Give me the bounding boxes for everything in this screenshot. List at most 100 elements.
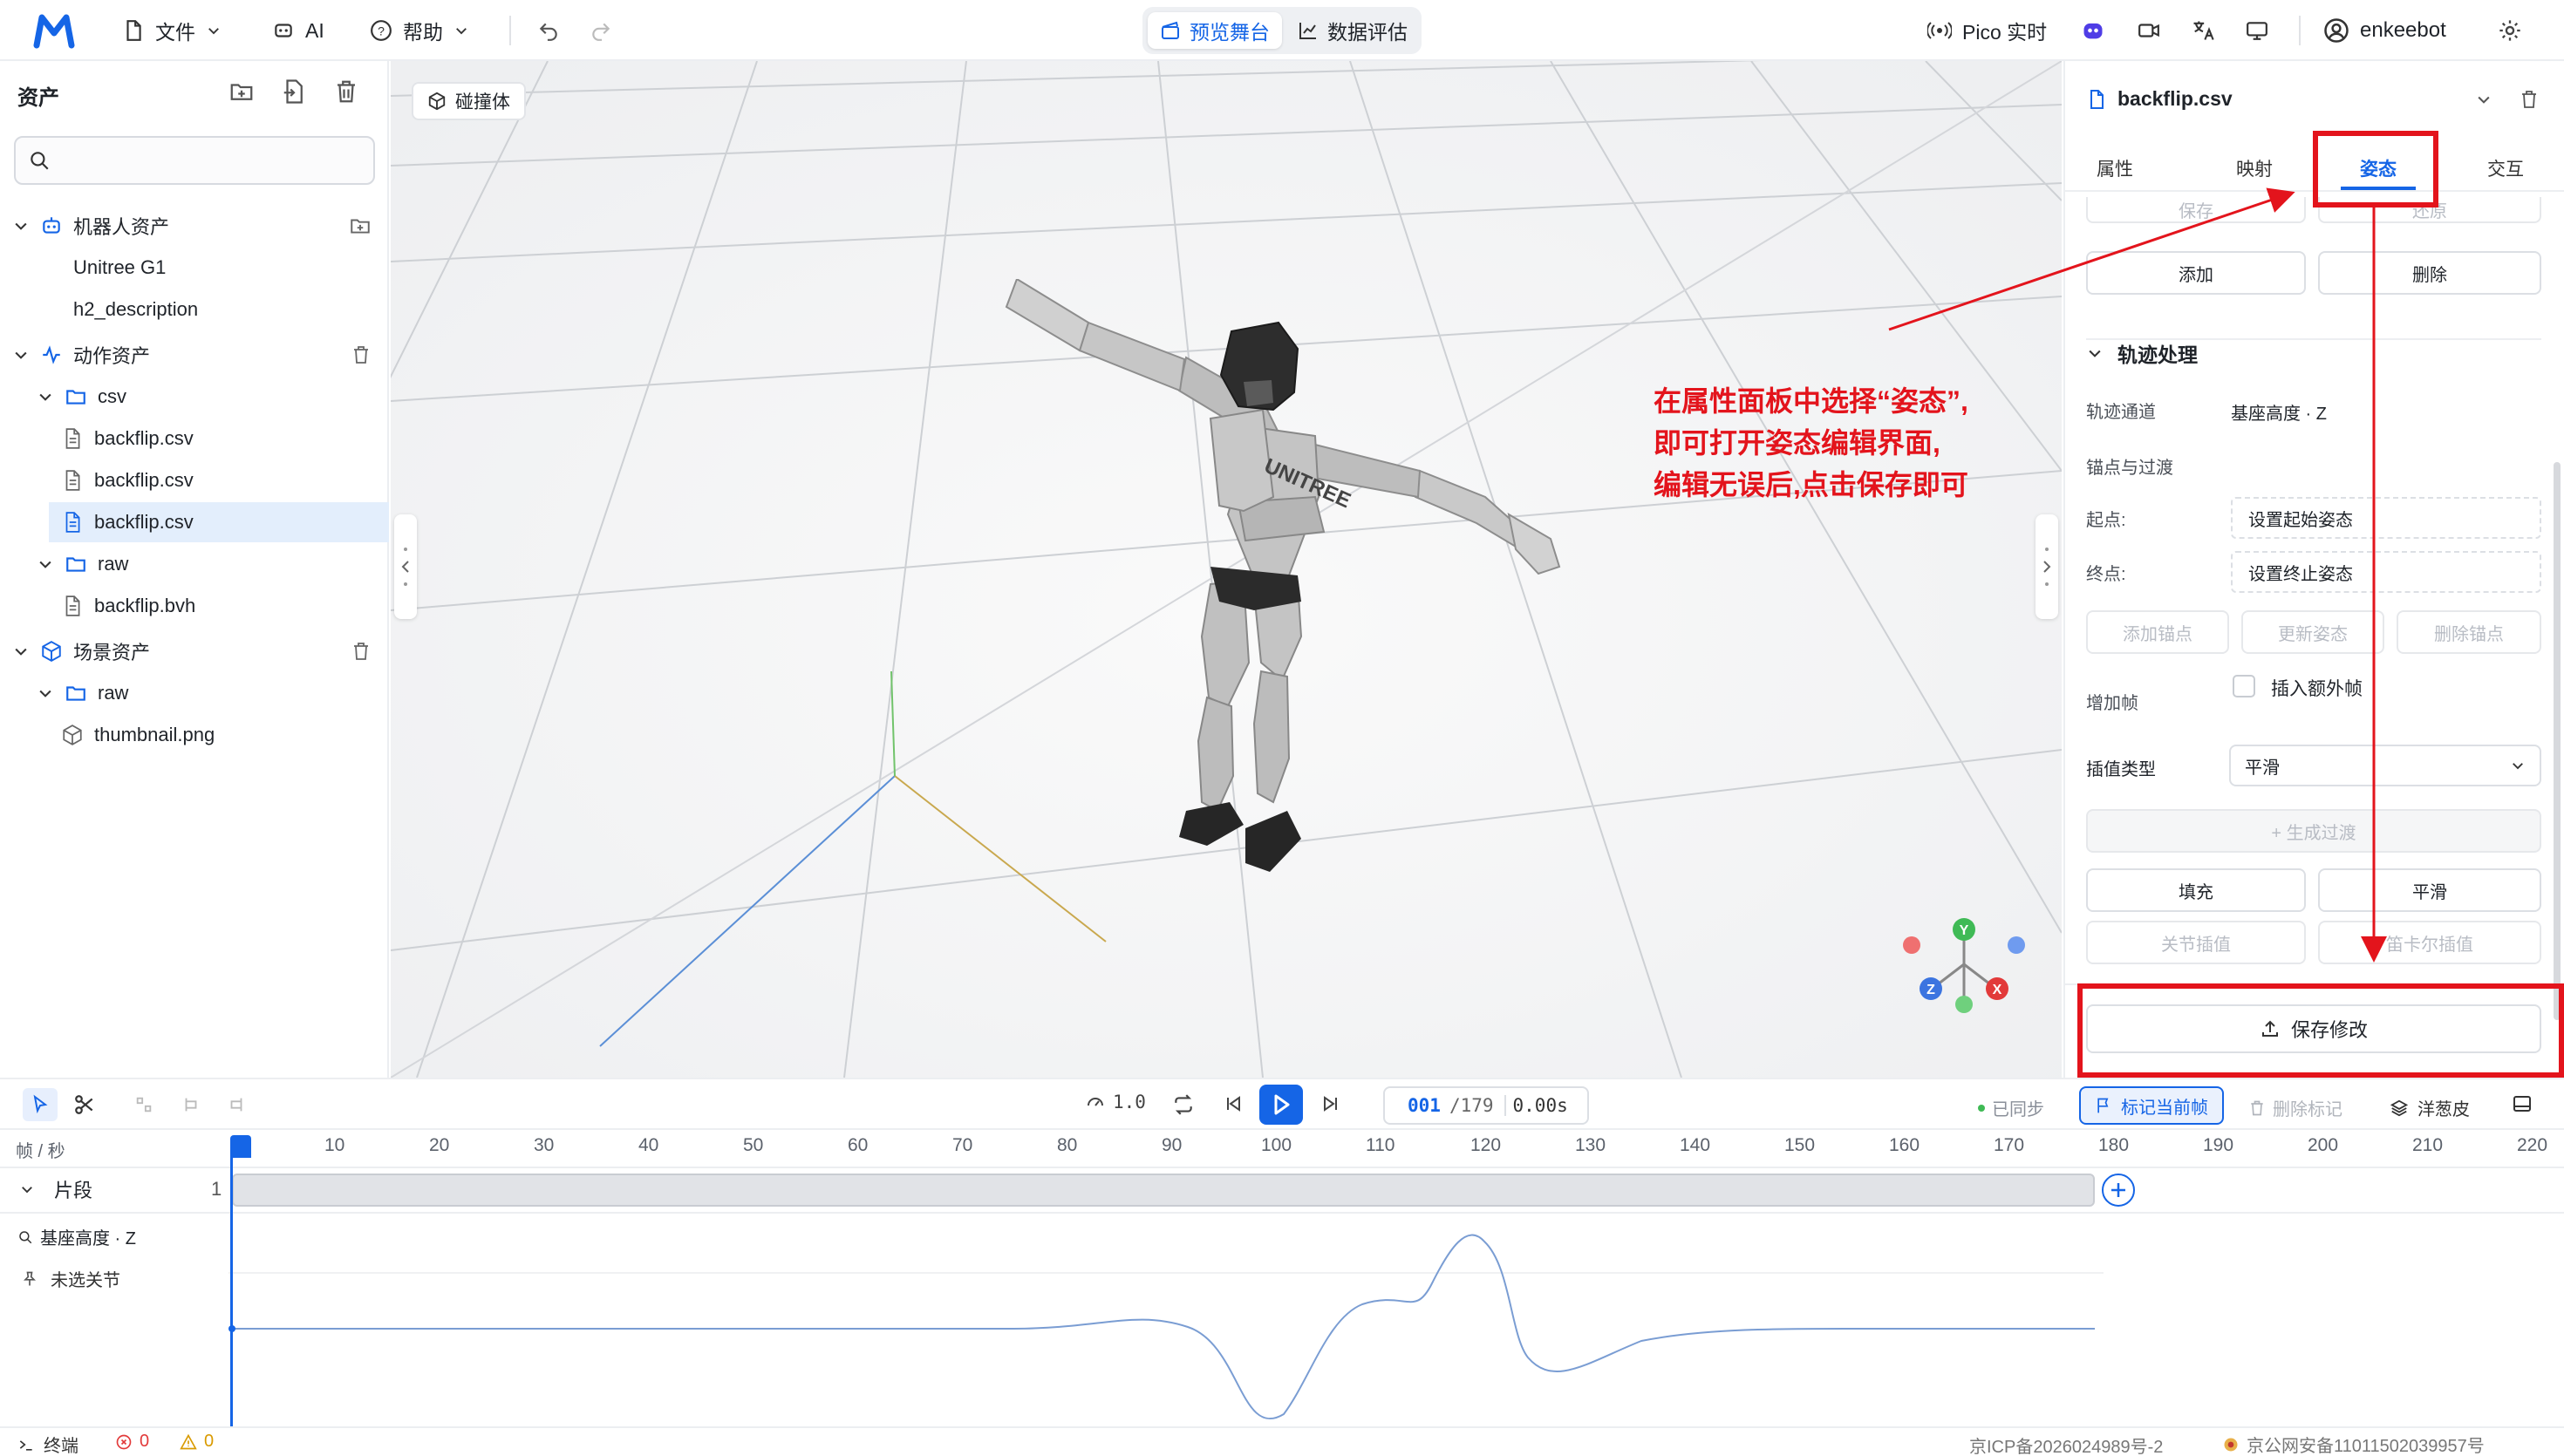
new-folder-button[interactable]: [228, 78, 255, 105]
skip-forward-icon[interactable]: [1320, 1093, 1341, 1114]
help-menu[interactable]: ? 帮助: [370, 12, 469, 49]
chevron-down-icon[interactable]: [2475, 91, 2492, 108]
cartesian-interp-button[interactable]: 笛卡尔插值: [2318, 921, 2541, 964]
tree-item-unitree-g1[interactable]: Unitree G1: [0, 248, 389, 288]
trash-icon[interactable]: [351, 344, 372, 365]
insert-extra-frame-checkbox[interactable]: [2233, 675, 2255, 697]
tree-folder-raw[interactable]: raw: [0, 544, 389, 584]
tab-mapping[interactable]: 映射: [2236, 155, 2273, 181]
trim-end-icon[interactable]: [227, 1095, 246, 1114]
interp-type-select[interactable]: 平滑: [2229, 745, 2541, 786]
tree-group-motions[interactable]: 动作资产: [0, 335, 389, 375]
smooth-button[interactable]: 平滑: [2318, 868, 2541, 912]
terminal-button[interactable]: 终端: [17, 1432, 78, 1456]
tree-file-bvh[interactable]: backflip.bvh: [0, 586, 389, 626]
joint-selector-row[interactable]: 未选关节: [21, 1266, 120, 1291]
language-button[interactable]: [2191, 12, 2215, 49]
undo-button[interactable]: [537, 12, 560, 49]
loop-icon[interactable]: [1172, 1093, 1195, 1116]
file-icon: [2090, 89, 2104, 109]
frame-counter[interactable]: 001 /179 0.00s: [1383, 1086, 1589, 1125]
playhead-line[interactable]: [230, 1158, 233, 1433]
segment-track-header[interactable]: 片段 1: [0, 1167, 228, 1212]
trim-start-icon[interactable]: [181, 1095, 201, 1114]
segment-clip[interactable]: [232, 1174, 2095, 1207]
add-pose-button[interactable]: 添加: [2086, 251, 2306, 295]
robot-model[interactable]: UNITREE: [992, 279, 2056, 907]
select-tool-button[interactable]: [23, 1088, 58, 1121]
panel-scrollbar[interactable]: [2554, 462, 2561, 1020]
playback-speed[interactable]: 1.0: [1085, 1092, 1146, 1112]
police-record-link[interactable]: 京公网安备11011502039957号: [2222, 1432, 2485, 1456]
tree-file-csv-selected[interactable]: backflip.csv: [49, 502, 389, 542]
play-icon: [1274, 1094, 1290, 1115]
tree-folder-csv[interactable]: csv: [0, 377, 389, 417]
trash-icon[interactable]: [2519, 89, 2540, 110]
app-logo[interactable]: [33, 10, 75, 51]
end-pose-field[interactable]: 设置终止姿态: [2231, 551, 2541, 593]
update-pose-button[interactable]: 更新姿态: [2241, 610, 2384, 654]
play-button[interactable]: [1259, 1085, 1303, 1125]
start-pose-field[interactable]: 设置起始姿态: [2231, 497, 2541, 539]
playhead-handle[interactable]: [230, 1135, 251, 1158]
delete-anchor-button[interactable]: 删除锚点: [2397, 610, 2541, 654]
save-pose-button[interactable]: 保存: [2086, 197, 2306, 223]
add-anchor-button[interactable]: 添加锚点: [2086, 610, 2229, 654]
assistant-button[interactable]: [2081, 12, 2105, 49]
trajectory-curve[interactable]: [228, 1214, 2104, 1432]
camera-button[interactable]: [2137, 12, 2161, 49]
redo-button[interactable]: [590, 12, 612, 49]
gizmo-neg-x[interactable]: [1903, 936, 1920, 954]
tab-interaction[interactable]: 交互: [2487, 155, 2524, 181]
trash-icon[interactable]: [351, 641, 372, 662]
tab-pose[interactable]: 姿态: [2360, 155, 2397, 181]
tab-preview-stage[interactable]: 预览舞台: [1148, 12, 1282, 49]
tree-group-scenes[interactable]: 场景资产: [0, 631, 389, 671]
save-changes-button[interactable]: 保存修改: [2086, 1004, 2541, 1053]
settings-button[interactable]: [2498, 12, 2522, 49]
scissors-icon[interactable]: [73, 1093, 96, 1116]
delete-mark-button[interactable]: 删除标记: [2248, 1095, 2342, 1120]
warning-count[interactable]: 0: [180, 1432, 214, 1452]
collision-toggle[interactable]: 碰撞体: [412, 82, 526, 120]
delete-pose-button[interactable]: 删除: [2318, 251, 2541, 295]
folder-plus-icon[interactable]: [349, 214, 372, 237]
tab-data-eval[interactable]: 数据评估: [1285, 12, 1420, 49]
curve-channel-row[interactable]: 基座高度 · Z: [17, 1224, 136, 1249]
icp-license-link[interactable]: 京ICP备2026024989号-2: [1969, 1432, 2163, 1456]
gizmo-neg-y[interactable]: [1955, 996, 1973, 1013]
axis-gizmo[interactable]: Y X Z: [1899, 915, 2030, 1020]
collapse-left-handle[interactable]: [394, 514, 417, 619]
fill-button[interactable]: 填充: [2086, 868, 2306, 912]
tree-folder-scene-raw[interactable]: raw: [0, 673, 389, 713]
asset-search-input[interactable]: [14, 136, 375, 185]
pico-live-button[interactable]: Pico 实时: [1927, 12, 2047, 49]
trajectory-section-header[interactable]: 轨迹处理: [2086, 338, 2198, 368]
traj-channel-value[interactable]: 基座高度 · Z: [2231, 399, 2327, 425]
tree-file-csv[interactable]: backflip.csv: [0, 460, 389, 500]
add-segment-button[interactable]: [2102, 1174, 2135, 1207]
tree-file-csv[interactable]: backflip.csv: [0, 418, 389, 459]
restore-pose-button[interactable]: 还原: [2318, 197, 2541, 223]
collapse-right-handle[interactable]: [2036, 514, 2058, 619]
display-button[interactable]: [2245, 12, 2269, 49]
ai-menu[interactable]: AI: [272, 12, 324, 49]
split-icon[interactable]: [134, 1095, 153, 1114]
gizmo-neg-z[interactable]: [2008, 936, 2025, 954]
generate-transition-button[interactable]: + 生成过渡: [2086, 809, 2541, 853]
tree-item-h2-description[interactable]: h2_description: [0, 289, 389, 330]
mark-current-frame-button[interactable]: 标记当前帧: [2079, 1086, 2224, 1125]
joint-interp-button[interactable]: 关节插值: [2086, 921, 2306, 964]
delete-asset-button[interactable]: [333, 78, 359, 105]
tab-properties[interactable]: 属性: [2097, 155, 2133, 181]
onion-skin-toggle[interactable]: 洋葱皮: [2390, 1095, 2470, 1120]
error-count[interactable]: 0: [115, 1432, 149, 1452]
user-menu[interactable]: enkeebot: [2323, 12, 2446, 49]
tree-group-robots[interactable]: 机器人资产: [0, 206, 389, 246]
import-file-button[interactable]: [281, 78, 307, 105]
tree-file-png[interactable]: thumbnail.png: [0, 715, 389, 755]
skip-back-icon[interactable]: [1223, 1093, 1244, 1114]
file-menu[interactable]: 文件: [122, 12, 222, 49]
3d-viewport[interactable]: 碰撞体 UNITREE Y X Z: [391, 61, 2062, 1078]
panel-layout-icon[interactable]: [2512, 1093, 2533, 1114]
